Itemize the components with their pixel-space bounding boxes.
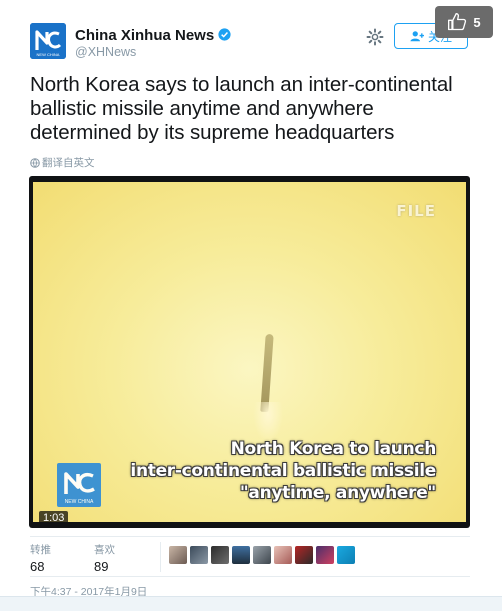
liker-avatars bbox=[169, 546, 355, 564]
video-channel-logo: NEW CHINA bbox=[57, 463, 101, 507]
like-overlay-button[interactable]: 5 bbox=[435, 6, 493, 38]
retweet-count: 68 bbox=[30, 559, 45, 574]
liker-avatar[interactable] bbox=[253, 546, 271, 564]
account-name[interactable]: China Xinhua News bbox=[75, 27, 231, 44]
likes-count: 89 bbox=[94, 559, 109, 574]
liker-avatar[interactable] bbox=[190, 546, 208, 564]
tweet-text: North Korea says to launch an inter-cont… bbox=[30, 73, 453, 144]
retweet-stat[interactable]: 转推 68 bbox=[30, 542, 51, 574]
display-name-text: China Xinhua News bbox=[75, 27, 215, 44]
svg-text:NEW CHINA: NEW CHINA bbox=[37, 52, 60, 57]
missile-image bbox=[260, 333, 274, 413]
xinhua-watermark-icon: NEW CHINA bbox=[64, 472, 95, 505]
tweet-card: NEW CHINA China Xinhua News @XHNews 关注 5… bbox=[0, 0, 502, 611]
stat-separator bbox=[160, 542, 161, 572]
liker-avatar[interactable] bbox=[274, 546, 292, 564]
add-user-icon bbox=[410, 31, 424, 42]
like-count: 5 bbox=[473, 14, 481, 30]
caption-line-1: North Korea to launch bbox=[230, 439, 437, 459]
liker-avatar[interactable] bbox=[316, 546, 334, 564]
video-player[interactable]: FILE North Korea to launch inter-contine… bbox=[29, 176, 470, 528]
translate-link[interactable]: 翻译自英文 bbox=[30, 155, 95, 170]
liker-avatar[interactable] bbox=[295, 546, 313, 564]
xinhua-logo-icon: NEW CHINA bbox=[30, 23, 66, 59]
likes-label: 喜欢 bbox=[94, 544, 115, 556]
account-handle[interactable]: @XHNews bbox=[75, 45, 136, 59]
translate-label: 翻译自英文 bbox=[42, 157, 95, 169]
missile-plume bbox=[253, 402, 283, 442]
file-tag: FILE bbox=[396, 202, 436, 220]
liker-avatar[interactable] bbox=[169, 546, 187, 564]
divider bbox=[30, 536, 470, 537]
likes-stat[interactable]: 喜欢 89 bbox=[94, 542, 115, 574]
gear-icon[interactable] bbox=[366, 28, 384, 46]
retweet-label: 转推 bbox=[30, 544, 51, 556]
video-duration: 1:03 bbox=[39, 511, 69, 522]
liker-avatar[interactable] bbox=[232, 546, 250, 564]
verified-badge-icon bbox=[218, 28, 231, 41]
globe-icon bbox=[30, 157, 40, 168]
reply-bar bbox=[0, 596, 502, 611]
thumbs-up-icon bbox=[448, 13, 467, 31]
liker-avatar[interactable] bbox=[211, 546, 229, 564]
svg-text:NEW CHINA: NEW CHINA bbox=[65, 499, 94, 505]
divider bbox=[30, 576, 470, 577]
video-frame[interactable]: FILE North Korea to launch inter-contine… bbox=[33, 182, 466, 522]
liker-avatar[interactable] bbox=[337, 546, 355, 564]
account-avatar[interactable]: NEW CHINA bbox=[30, 23, 66, 59]
